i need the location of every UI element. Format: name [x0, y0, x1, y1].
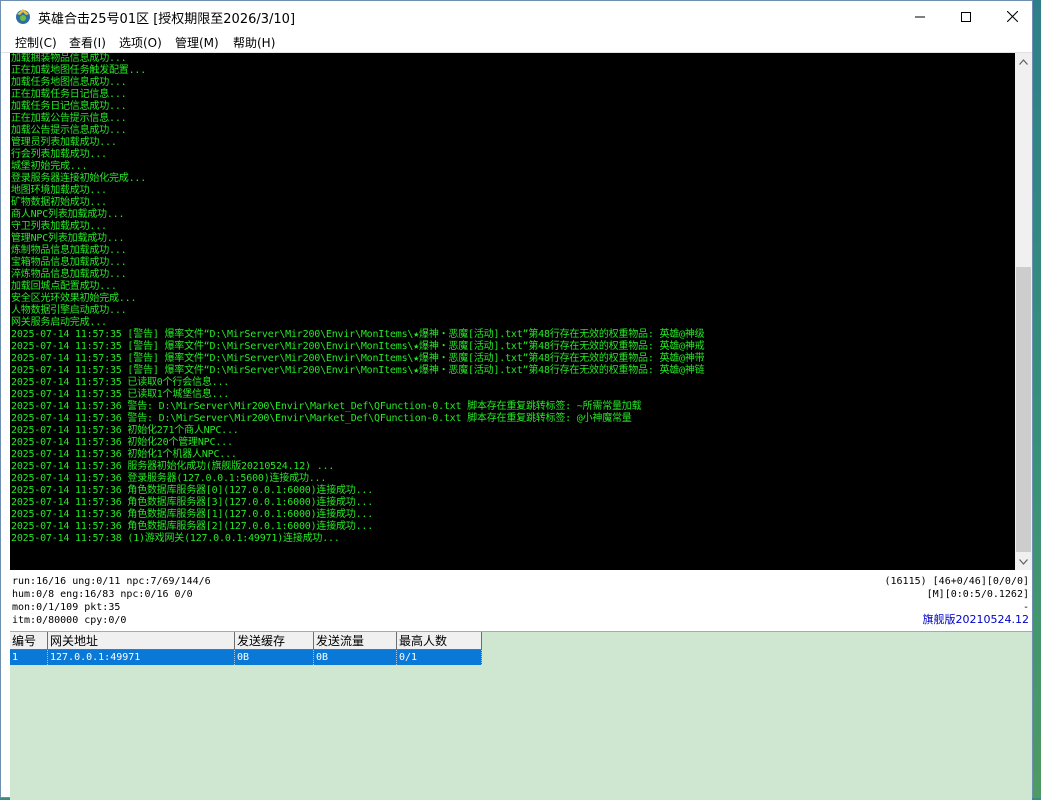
col-gateway-address[interactable]: 网关地址 [47, 632, 235, 650]
log-line: 2025-07-14 11:57:35 [警告] 爆率文件“D:\MirServ… [11, 353, 705, 364]
server-window: 英雄合击25号01区 [授权期限至2026/3/10] 控制(C) 查看(I) … [0, 0, 1033, 800]
gateway-panel: 编号 网关地址 发送缓存 发送流量 最高人数 1 127.0.0.1:49971… [10, 631, 1032, 800]
log-line: 加载任务地图信息成功... [11, 77, 127, 88]
log-line: 行会列表加载成功... [11, 149, 107, 160]
menu-view[interactable]: 查看(I) [69, 34, 106, 51]
log-line: 城堡初始完成... [11, 161, 88, 172]
log-line: 商人NPC列表加载成功... [11, 209, 125, 220]
minimize-button[interactable] [897, 1, 943, 32]
log-line: 正在加载任务日记信息... [11, 89, 127, 100]
cell-id: 1 [10, 649, 48, 665]
menu-manage[interactable]: 管理(M) [175, 34, 219, 51]
menu-bar: 控制(C) 查看(I) 选项(O) 管理(M) 帮助(H) [1, 32, 1032, 53]
log-line: 加载回城点配置成功... [11, 281, 117, 292]
log-line: 2025-07-14 11:57:36 服务器初始化成功(旗舰版20210524… [11, 461, 335, 472]
chevron-up-icon [1019, 58, 1028, 65]
maximize-button[interactable] [943, 1, 989, 32]
status-counts: (16115) [46+0/46][0/0/0] [884, 576, 1030, 587]
log-line: 网关服务启动完成... [11, 317, 107, 328]
log-line: 地图环境加载成功... [11, 185, 107, 196]
chevron-down-icon [1019, 558, 1028, 565]
scroll-down-button[interactable] [1015, 553, 1032, 570]
log-line: 加载捆装物品信息成功... [11, 53, 127, 64]
status-itm: itm:0/80000 cpy:0/0 [12, 615, 127, 626]
log-line: 2025-07-14 11:57:35 [警告] 爆率文件“D:\MirServ… [11, 341, 705, 352]
cell-gateway-address: 127.0.0.1:49971 [47, 649, 235, 665]
col-max-players[interactable]: 最高人数 [396, 632, 482, 650]
log-line: 2025-07-14 11:57:36 警告: D:\MirServer\Mir… [11, 413, 632, 424]
log-line: 2025-07-14 11:57:36 初始化1个机器人NPC... [11, 449, 237, 460]
log-console[interactable]: 加载捆装物品信息成功... 正在加载地图任务触发配置... 加载任务地图信息成功..… [10, 53, 1015, 570]
menu-control[interactable]: 控制(C) [15, 34, 57, 51]
gateway-table: 编号 网关地址 发送缓存 发送流量 最高人数 1 127.0.0.1:49971… [10, 632, 482, 665]
col-send-buffer[interactable]: 发送缓存 [234, 632, 314, 650]
console-scrollbar[interactable] [1015, 53, 1032, 570]
log-line: 2025-07-14 11:57:36 角色数据库服务器[2](127.0.0.… [11, 521, 374, 532]
maximize-icon [961, 11, 971, 22]
status-version: 旗舰版20210524.12 [922, 613, 1029, 626]
log-line: 2025-07-14 11:57:35 已读取0个行会信息... [11, 377, 230, 388]
cell-send-buffer: 0B [234, 649, 314, 665]
minimize-icon [915, 16, 925, 17]
status-timing: [M][0:0:5/0.1262] [926, 589, 1029, 600]
title-bar[interactable]: 英雄合击25号01区 [授权期限至2026/3/10] [1, 1, 1032, 32]
log-line: 炼制物品信息加载成功... [11, 245, 127, 256]
log-line: 淬炼物品信息加载成功... [11, 269, 127, 280]
scroll-up-button[interactable] [1015, 53, 1032, 70]
log-line: 安全区光环效果初始完成... [11, 293, 137, 304]
window-title: 英雄合击25号01区 [授权期限至2026/3/10] [38, 12, 296, 27]
log-line: 2025-07-14 11:57:36 登录服务器(127.0.0.1:5600… [11, 473, 327, 484]
log-line: 正在加载地图任务触发配置... [11, 65, 147, 76]
status-panel: run:16/16 ung:0/11 npc:7/69/144/6 hum:0/… [10, 572, 1032, 631]
col-send-traffic[interactable]: 发送流量 [313, 632, 397, 650]
close-icon [1006, 11, 1018, 22]
log-line: 正在加载公告提示信息... [11, 113, 127, 124]
log-line: 人物数据引擎启动成功... [11, 305, 127, 316]
log-line: 2025-07-14 11:57:36 初始化271个商人NPC... [11, 425, 239, 436]
app-icon[interactable] [14, 7, 32, 25]
log-line: 2025-07-14 11:57:36 角色数据库服务器[0](127.0.0.… [11, 485, 374, 496]
log-line: 加载公告提示信息成功... [11, 125, 127, 136]
status-run: run:16/16 ung:0/11 npc:7/69/144/6 [12, 576, 211, 587]
log-line: 2025-07-14 11:57:36 角色数据库服务器[1](127.0.0.… [11, 509, 374, 520]
log-line: 2025-07-14 11:57:35 已读取1个城堡信息... [11, 389, 230, 400]
col-id[interactable]: 编号 [10, 632, 48, 650]
cell-send-traffic: 0B [313, 649, 397, 665]
log-line: 登录服务器连接初始化完成... [11, 173, 147, 184]
menu-help[interactable]: 帮助(H) [233, 34, 275, 51]
menu-options[interactable]: 选项(O) [119, 34, 162, 51]
log-line: 2025-07-14 11:57:36 警告: D:\MirServer\Mir… [11, 401, 642, 412]
status-hum: hum:0/8 eng:16/83 npc:0/16 0/0 [12, 589, 193, 600]
log-line: 管理NPC列表加载成功... [11, 233, 125, 244]
table-row[interactable]: 1 127.0.0.1:49971 0B 0B 0/1 [10, 649, 482, 665]
scroll-thumb[interactable] [1016, 267, 1031, 552]
log-line: 矿物数据初始成功... [11, 197, 107, 208]
log-line: 2025-07-14 11:57:35 [警告] 爆率文件“D:\MirServ… [11, 365, 705, 376]
log-line: 2025-07-14 11:57:36 初始化20个管理NPC... [11, 437, 233, 448]
desktop-background-right [1032, 0, 1041, 798]
cell-max-players: 0/1 [396, 649, 482, 665]
log-line: 2025-07-14 11:57:38 (1)游戏网关(127.0.0.1:49… [11, 533, 340, 544]
log-line: 守卫列表加载成功... [11, 221, 107, 232]
log-line: 2025-07-14 11:57:36 角色数据库服务器[3](127.0.0.… [11, 497, 374, 508]
close-button[interactable] [989, 1, 1035, 32]
log-line: 2025-07-14 11:57:35 [警告] 爆率文件“D:\MirServ… [11, 329, 705, 340]
log-line: 加载任务日记信息成功... [11, 101, 127, 112]
status-mon: mon:0/1/109 pkt:35 [12, 602, 121, 613]
log-line: 宝箱物品信息加载成功... [11, 257, 127, 268]
log-line: 管理员列表加载成功... [11, 137, 117, 148]
